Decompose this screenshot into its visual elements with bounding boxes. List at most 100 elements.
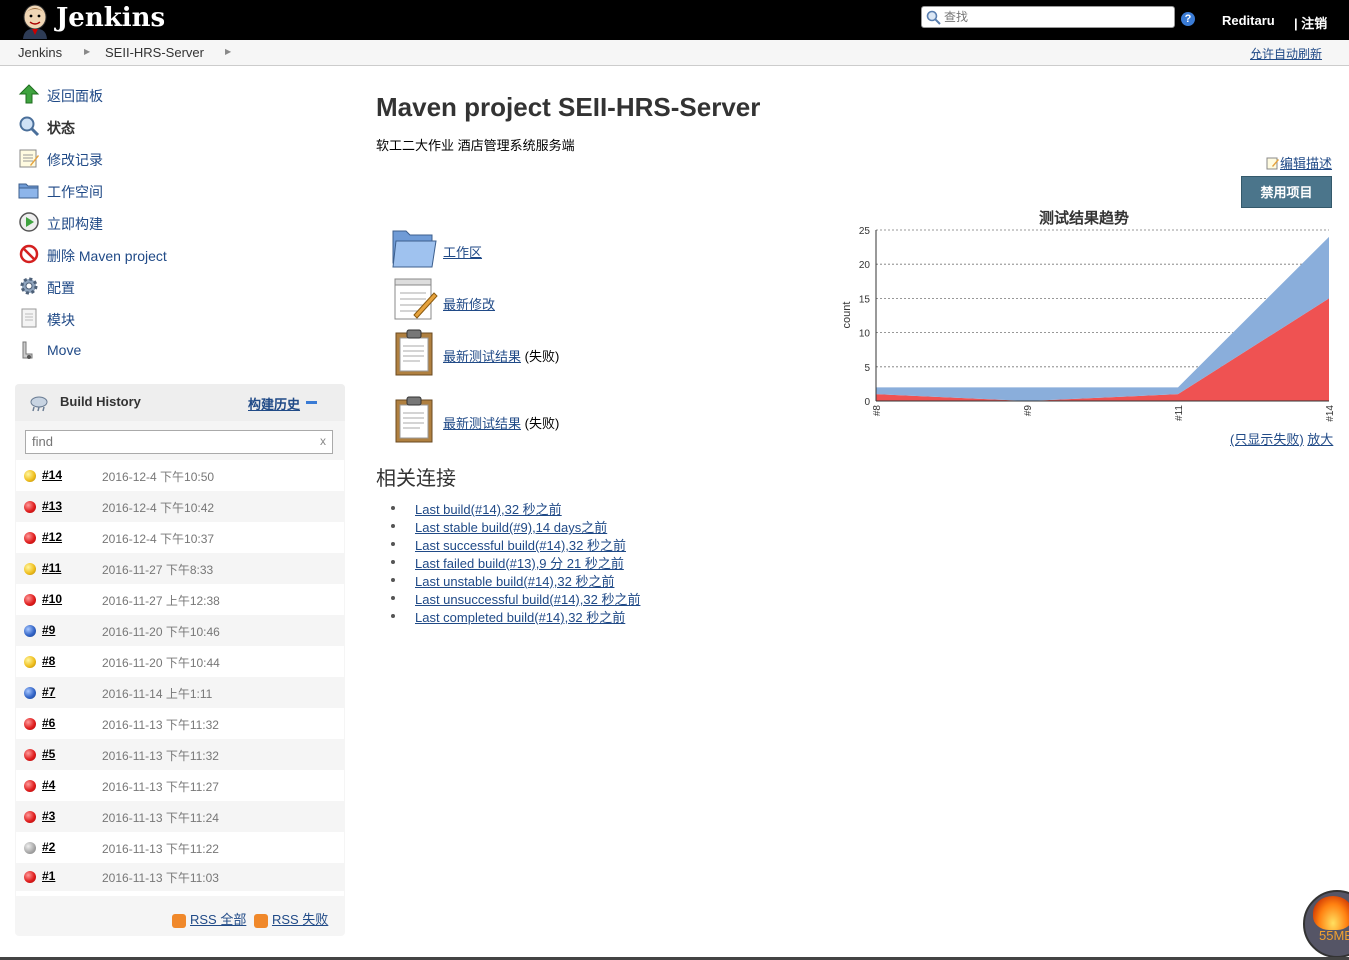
failed-ball-icon[interactable]: [24, 871, 36, 883]
app-name[interactable]: Jenkins: [56, 3, 165, 33]
build-number-link[interactable]: #9: [42, 623, 55, 637]
build-date-link[interactable]: 2016-12-4 下午10:50: [102, 468, 214, 485]
auto-refresh-link[interactable]: 允许自动刷新: [1250, 45, 1322, 62]
build-number-link[interactable]: #14: [42, 468, 62, 482]
build-number-link[interactable]: #2: [42, 840, 55, 854]
build-date-link[interactable]: 2016-11-13 下午11:27: [102, 778, 219, 795]
build-date-link[interactable]: 2016-12-4 下午10:37: [102, 530, 214, 547]
build-number-link[interactable]: #4: [42, 778, 55, 792]
unstable-ball-icon[interactable]: [24, 470, 36, 482]
folder-icon[interactable]: [390, 225, 438, 269]
success-ball-icon[interactable]: [24, 687, 36, 699]
notepad-icon[interactable]: [390, 277, 438, 323]
collapse-icon[interactable]: [306, 401, 317, 404]
failed-ball-icon[interactable]: [24, 780, 36, 792]
logout-link[interactable]: | 注销: [1294, 13, 1327, 32]
workspace-link[interactable]: 工作区: [443, 245, 482, 260]
failed-ball-icon[interactable]: [24, 811, 36, 823]
build-date-link[interactable]: 2016-11-27 上午12:38: [102, 592, 220, 609]
build-date-link[interactable]: 2016-11-20 下午10:46: [102, 623, 220, 640]
recent-changes-link[interactable]: 最新修改: [443, 297, 495, 312]
build-date-link[interactable]: 2016-11-13 下午11:03: [102, 869, 219, 886]
task-label[interactable]: 工作空间: [47, 182, 103, 202]
search-box[interactable]: [921, 6, 1175, 28]
document-icon: [21, 308, 37, 328]
build-number-link[interactable]: #3: [42, 809, 55, 823]
breadcrumb-item-project[interactable]: SEII-HRS-Server: [105, 45, 204, 60]
failed-ball-icon[interactable]: [24, 594, 36, 606]
build-row: #1 2016-11-13 下午11:03: [16, 863, 344, 891]
task-label[interactable]: 修改记录: [47, 150, 103, 170]
edit-description[interactable]: 编辑描述: [1266, 153, 1332, 172]
last-failed-build-link[interactable]: Last failed build(#13),9 分 21 秒之前: [415, 553, 624, 572]
page-title: Maven project SEII-HRS-Server: [376, 92, 761, 122]
breadcrumb-arrow-icon[interactable]: ▶: [84, 47, 90, 56]
test-result-trend-chart[interactable]: 测试结果趋势 count 0 5 10 15 20 25 #8 #9 #11 #14: [834, 206, 1339, 434]
build-date-link[interactable]: 2016-11-27 下午8:33: [102, 561, 213, 578]
build-history-trend-link[interactable]: 构建历史: [248, 394, 300, 413]
build-date-link[interactable]: 2016-11-14 上午1:11: [102, 685, 212, 702]
latest-test-result-link[interactable]: 最新测试结果: [443, 349, 521, 364]
search-input[interactable]: [944, 9, 1169, 25]
task-label[interactable]: 返回面板: [47, 86, 103, 106]
task-label[interactable]: 立即构建: [47, 214, 103, 234]
build-number-link[interactable]: #7: [42, 685, 55, 699]
last-successful-build-link[interactable]: Last successful build(#14),32 秒之前: [415, 535, 626, 554]
build-number-link[interactable]: #1: [42, 869, 55, 883]
build-number-link[interactable]: #11: [42, 561, 61, 575]
rss-icon[interactable]: [253, 913, 268, 928]
success-ball-icon[interactable]: [24, 625, 36, 637]
memory-usage-badge[interactable]: 55MB: [1303, 890, 1349, 958]
build-date-link[interactable]: 2016-11-13 下午11:22: [102, 840, 219, 857]
unstable-ball-icon[interactable]: [24, 563, 36, 575]
help-icon[interactable]: ?: [1181, 12, 1195, 26]
last-build-link[interactable]: Last build(#14),32 秒之前: [415, 499, 562, 518]
build-date-link[interactable]: 2016-11-13 下午11:32: [102, 716, 219, 733]
aborted-ball-icon[interactable]: [24, 842, 36, 854]
build-number-link[interactable]: #12: [42, 530, 62, 544]
rss-all-link[interactable]: RSS 全部: [190, 912, 246, 927]
build-number-link[interactable]: #13: [42, 499, 62, 513]
last-unstable-build-link[interactable]: Last unstable build(#14),32 秒之前: [415, 571, 614, 590]
rss-failed-link[interactable]: RSS 失败: [272, 912, 328, 927]
zoom-link[interactable]: 放大: [1307, 432, 1333, 447]
task-label[interactable]: 删除 Maven project: [47, 246, 167, 266]
build-number-link[interactable]: #10: [42, 592, 62, 606]
build-number-link[interactable]: #8: [42, 654, 55, 668]
edit-description-link[interactable]: 编辑描述: [1280, 156, 1332, 171]
build-row: #12 2016-12-4 下午10:37: [16, 522, 344, 553]
clipboard-icon[interactable]: [390, 396, 438, 444]
build-row: #13 2016-12-4 下午10:42: [16, 491, 344, 522]
build-number-link[interactable]: #6: [42, 716, 55, 730]
build-date-link[interactable]: 2016-11-13 下午11:32: [102, 747, 219, 764]
edit-icon[interactable]: [1266, 156, 1280, 170]
last-completed-build-link[interactable]: Last completed build(#14),32 秒之前: [415, 607, 625, 626]
build-date-link[interactable]: 2016-12-4 下午10:42: [102, 499, 214, 516]
last-unsuccessful-build-link[interactable]: Last unsuccessful build(#14),32 秒之前: [415, 589, 640, 608]
task-label[interactable]: Move: [47, 342, 81, 358]
breadcrumb-item-jenkins[interactable]: Jenkins: [18, 45, 62, 60]
jenkins-logo-icon[interactable]: [18, 3, 52, 39]
last-stable-build-link[interactable]: Last stable build(#9),14 days之前: [415, 517, 607, 536]
task-label[interactable]: 模块: [47, 310, 75, 330]
latest-test-result-link[interactable]: 最新测试结果: [443, 416, 521, 431]
task-label[interactable]: 配置: [47, 278, 75, 298]
failed-ball-icon[interactable]: [24, 501, 36, 513]
failed-ball-icon[interactable]: [24, 749, 36, 761]
user-link[interactable]: Reditaru: [1222, 13, 1275, 28]
failed-ball-icon[interactable]: [24, 718, 36, 730]
clear-filter-icon[interactable]: x: [320, 434, 326, 448]
failed-ball-icon[interactable]: [24, 532, 36, 544]
breadcrumb-arrow-icon[interactable]: ▶: [225, 47, 231, 56]
task-label[interactable]: 状态: [47, 118, 75, 138]
unstable-ball-icon[interactable]: [24, 656, 36, 668]
disable-project-button[interactable]: 禁用项目: [1241, 176, 1332, 208]
rss-icon[interactable]: [172, 913, 186, 928]
build-number-link[interactable]: #5: [42, 747, 55, 761]
build-date-link[interactable]: 2016-11-20 下午10:44: [102, 654, 220, 671]
build-filter-box[interactable]: x: [25, 430, 333, 454]
only-failures-link[interactable]: (只显示失败): [1230, 432, 1304, 447]
build-filter-input[interactable]: [32, 434, 312, 449]
clipboard-icon[interactable]: [390, 329, 438, 377]
build-date-link[interactable]: 2016-11-13 下午11:24: [102, 809, 219, 826]
